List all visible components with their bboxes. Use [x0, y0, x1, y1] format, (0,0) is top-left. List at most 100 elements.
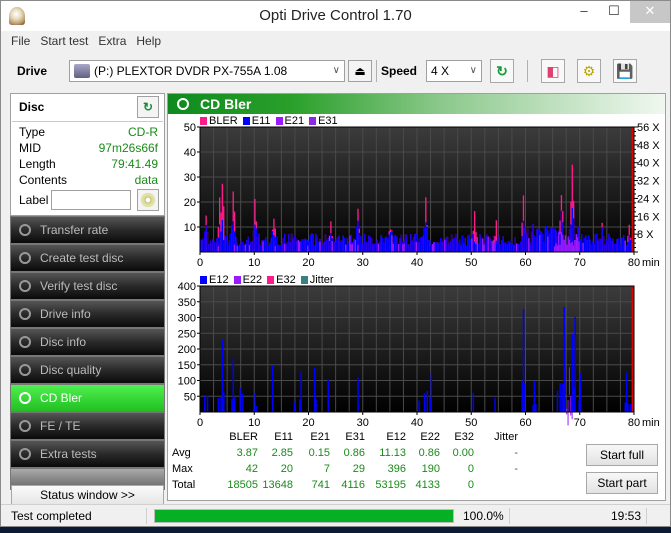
column-header: Jitter [494, 431, 518, 443]
e11-bar [464, 238, 466, 252]
e11-bar [480, 238, 483, 252]
refresh-speed-button[interactable]: ↻ [490, 59, 514, 83]
e12-bar [532, 404, 534, 412]
e11-bar [579, 239, 582, 252]
x-tick-label: 0 [197, 417, 203, 429]
e12-bar [574, 316, 576, 412]
maximize-button[interactable]: ☐ [600, 1, 628, 23]
e21-bar [528, 238, 530, 252]
main-panel: CD Bler BLER E11 E21 E31 E12 E22 E32 Jit… [167, 93, 666, 501]
stat-value: 4116 [341, 479, 365, 491]
e11-bar [596, 233, 598, 252]
menu-start-test[interactable]: Start test [40, 34, 88, 48]
e21-bar [319, 241, 321, 252]
e11-bar [552, 228, 554, 252]
e11-bar [551, 227, 553, 252]
menu-help[interactable]: Help [136, 34, 161, 48]
minimize-button[interactable]: – [570, 1, 598, 23]
stat-value: 0 [467, 463, 474, 475]
drive-select[interactable]: (P:) PLEXTOR DVDR PX-755A 1.08 ∨ [69, 60, 345, 82]
e11-bar [317, 241, 320, 252]
e11-bar [472, 234, 474, 252]
e11-bar [457, 242, 460, 252]
sidebar-item-disc-quality[interactable]: Disc quality [10, 356, 165, 384]
field-key: MID [19, 141, 41, 155]
row-label: Total [172, 479, 196, 491]
erase-button[interactable]: ◧ [541, 59, 565, 83]
close-button[interactable]: ✕ [630, 1, 670, 23]
e11-bar [437, 242, 439, 252]
x-tick-label: 30 [357, 417, 369, 429]
save-button[interactable]: 💾 [613, 59, 637, 83]
e11-bar [468, 234, 470, 252]
e12-bar [572, 387, 575, 412]
e11-bar [407, 244, 409, 252]
e12-bar [221, 339, 224, 412]
sidebar-item-verify-test-disc[interactable]: Verify test disc [10, 272, 165, 300]
sidebar-item-fe-te[interactable]: FE / TE [10, 412, 165, 440]
e11-bar [205, 225, 207, 252]
sidebar-item-create-test-disc[interactable]: Create test disc [10, 244, 165, 272]
e12-bar [494, 397, 496, 412]
e12-bar [232, 358, 235, 412]
sidebar-item-disc-info[interactable]: Disc info [10, 328, 165, 356]
e11-bar [532, 224, 534, 252]
e21-bar [471, 238, 473, 252]
disc-title: Disc [19, 100, 45, 114]
start-part-button[interactable]: Start part [586, 472, 658, 494]
start-full-button[interactable]: Start full [586, 444, 658, 466]
x-tick-label: 20 [302, 417, 314, 429]
y-tick-label: 50 [184, 122, 196, 134]
e11-bar [309, 234, 312, 252]
e11-bar [326, 239, 328, 252]
e11-bar [311, 233, 313, 252]
e11-bar [338, 235, 340, 252]
e11-bar [206, 232, 209, 252]
e11-bar [242, 242, 244, 252]
stat-value: 2.85 [271, 447, 293, 459]
stat-value: 18505 [227, 479, 258, 491]
e21-bar [483, 244, 485, 252]
e21-bar [331, 241, 333, 252]
sidebar-item-transfer-rate[interactable]: Transfer rate [10, 216, 165, 244]
e11-bar [422, 235, 424, 252]
progress-bar [154, 509, 454, 523]
e11-bar [629, 239, 632, 252]
e11-bar [442, 239, 445, 252]
settings-button[interactable]: ⚙ [577, 59, 601, 83]
status-window-button[interactable]: Status window >> [11, 485, 164, 505]
sidebar-item-drive-info[interactable]: Drive info [10, 300, 165, 328]
e11-bar [204, 231, 206, 252]
e11-bar [536, 228, 538, 252]
x-tick-label: 0 [197, 257, 203, 269]
elapsed-time: 19:53 [611, 509, 642, 523]
e21-bar [476, 237, 479, 252]
menu-file[interactable]: File [11, 34, 30, 48]
y-tick-label: 40 [184, 147, 196, 159]
speed-select[interactable]: 4 X ∨ [426, 60, 482, 82]
e11-bar [232, 221, 234, 252]
e11-bar [225, 234, 228, 252]
e21-bar [217, 246, 219, 252]
eject-button[interactable]: ⏏ [348, 60, 372, 82]
disc-info-box: Disc ↻ Type CD-R MID 97m26s66f Length 79… [10, 93, 165, 216]
sidebar-item-extra-tests[interactable]: Extra tests [10, 440, 165, 468]
e11-bar [490, 239, 492, 252]
e21-bar [492, 240, 495, 252]
e11-bar [281, 242, 283, 252]
label-input[interactable] [51, 190, 131, 210]
e12-bar [254, 392, 256, 412]
disc-refresh-button[interactable]: ↻ [137, 96, 159, 118]
e21-bar [403, 243, 405, 252]
title-bar: Opti Drive Control 1.70 – ☐ ✕ [1, 1, 670, 31]
menu-extra[interactable]: Extra [98, 34, 126, 48]
e12-bar [300, 370, 302, 412]
stat-value: 7 [323, 463, 330, 475]
e21-bar [624, 240, 626, 252]
e11-bar [591, 241, 594, 252]
e11-bar [289, 242, 291, 252]
write-label-button[interactable] [137, 189, 159, 211]
sidebar-item-cd-bler[interactable]: CD Bler [10, 384, 165, 412]
e11-bar [586, 240, 588, 252]
e11-bar [421, 237, 423, 252]
